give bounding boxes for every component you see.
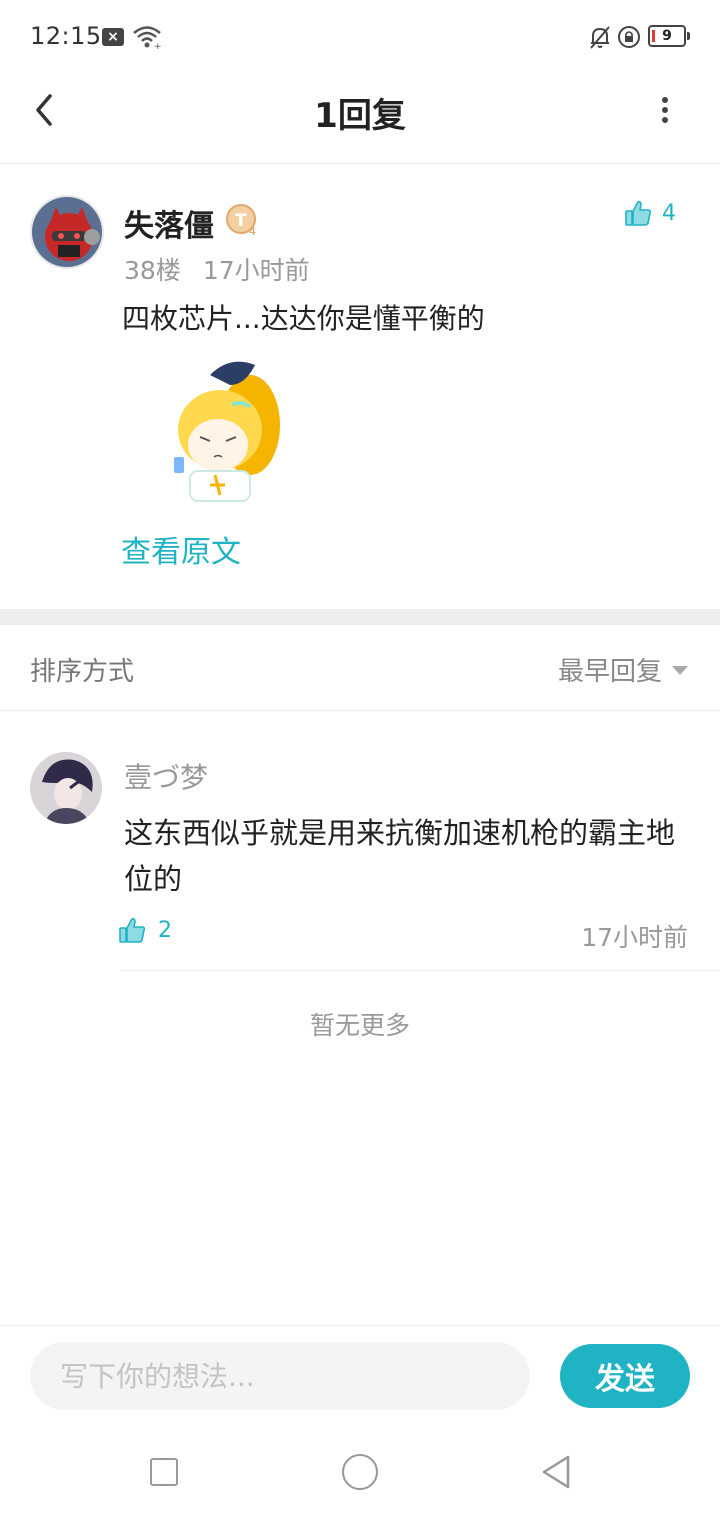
like-count: 4 <box>662 200 676 226</box>
caret-down-icon <box>672 666 688 675</box>
no-more-text: 暂无更多 <box>309 1011 410 1040</box>
comment-time: 17小时前 <box>202 256 310 285</box>
bell-muted-icon <box>590 26 610 49</box>
page-title: 1回复 <box>314 96 406 136</box>
sort-selected-value: 最早回复 <box>557 657 662 687</box>
status-bar: 12:15 × + 9 <box>0 0 720 72</box>
recent-apps-icon[interactable] <box>150 1458 178 1486</box>
x-notification-icon: × <box>102 28 124 46</box>
sort-label: 排序方式 <box>30 657 135 687</box>
main-comment: 失落僵 T 4 4 38楼 17小时前 四枚芯片...达达你是懂平衡的 查看原文 <box>0 165 720 609</box>
reply-text: 这东西似乎就是用来抗衡加速机枪的霸主地位的 <box>124 816 676 896</box>
view-original-link[interactable]: 查看原文 <box>121 527 241 571</box>
more-vertical-icon[interactable] <box>650 88 680 132</box>
back-triangle-icon[interactable] <box>538 1453 574 1491</box>
comment-text: 四枚芯片...达达你是懂平衡的 <box>122 302 485 335</box>
reply-time: 17小时前 <box>581 923 688 952</box>
wifi-icon: + <box>133 26 162 50</box>
comment-username[interactable]: 失落僵 <box>124 201 214 245</box>
thumbs-up-icon <box>119 918 146 943</box>
sticker-image[interactable] <box>150 345 290 505</box>
status-time: 12:15 <box>30 22 102 50</box>
home-icon[interactable] <box>342 1454 378 1490</box>
like-button[interactable]: 2 <box>118 916 172 944</box>
system-nav-bar <box>0 1425 720 1520</box>
reply-item: 壹づ梦 这东西似乎就是用来抗衡加速机枪的霸主地位的 2 17小时前 <box>0 712 720 972</box>
comment-input[interactable] <box>30 1342 530 1410</box>
like-button[interactable]: 4 <box>624 197 676 229</box>
battery-icon: 9 <box>648 25 690 47</box>
thumbs-up-icon <box>625 201 652 226</box>
avatar[interactable] <box>30 195 104 269</box>
section-divider <box>0 609 720 625</box>
comment-meta: 38楼 17小时前 <box>124 251 310 287</box>
sort-dropdown[interactable]: 最早回复 <box>558 651 688 688</box>
svg-text:T: T <box>235 211 247 231</box>
like-count: 2 <box>158 917 172 943</box>
floor-number: 38楼 <box>124 256 181 285</box>
level-badge-icon: T 4 <box>226 204 256 237</box>
header-bar: 1回复 <box>0 72 720 164</box>
svg-text:+: + <box>154 42 162 50</box>
reply-username[interactable]: 壹づ梦 <box>124 756 208 796</box>
rotation-lock-icon <box>618 26 640 48</box>
send-button[interactable]: 发送 <box>560 1344 690 1408</box>
comment-input-bar: 发送 <box>0 1325 720 1425</box>
svg-text:4: 4 <box>249 225 256 237</box>
sort-row: 排序方式 最早回复 <box>0 625 720 711</box>
avatar[interactable] <box>30 752 102 824</box>
divider <box>120 970 720 971</box>
